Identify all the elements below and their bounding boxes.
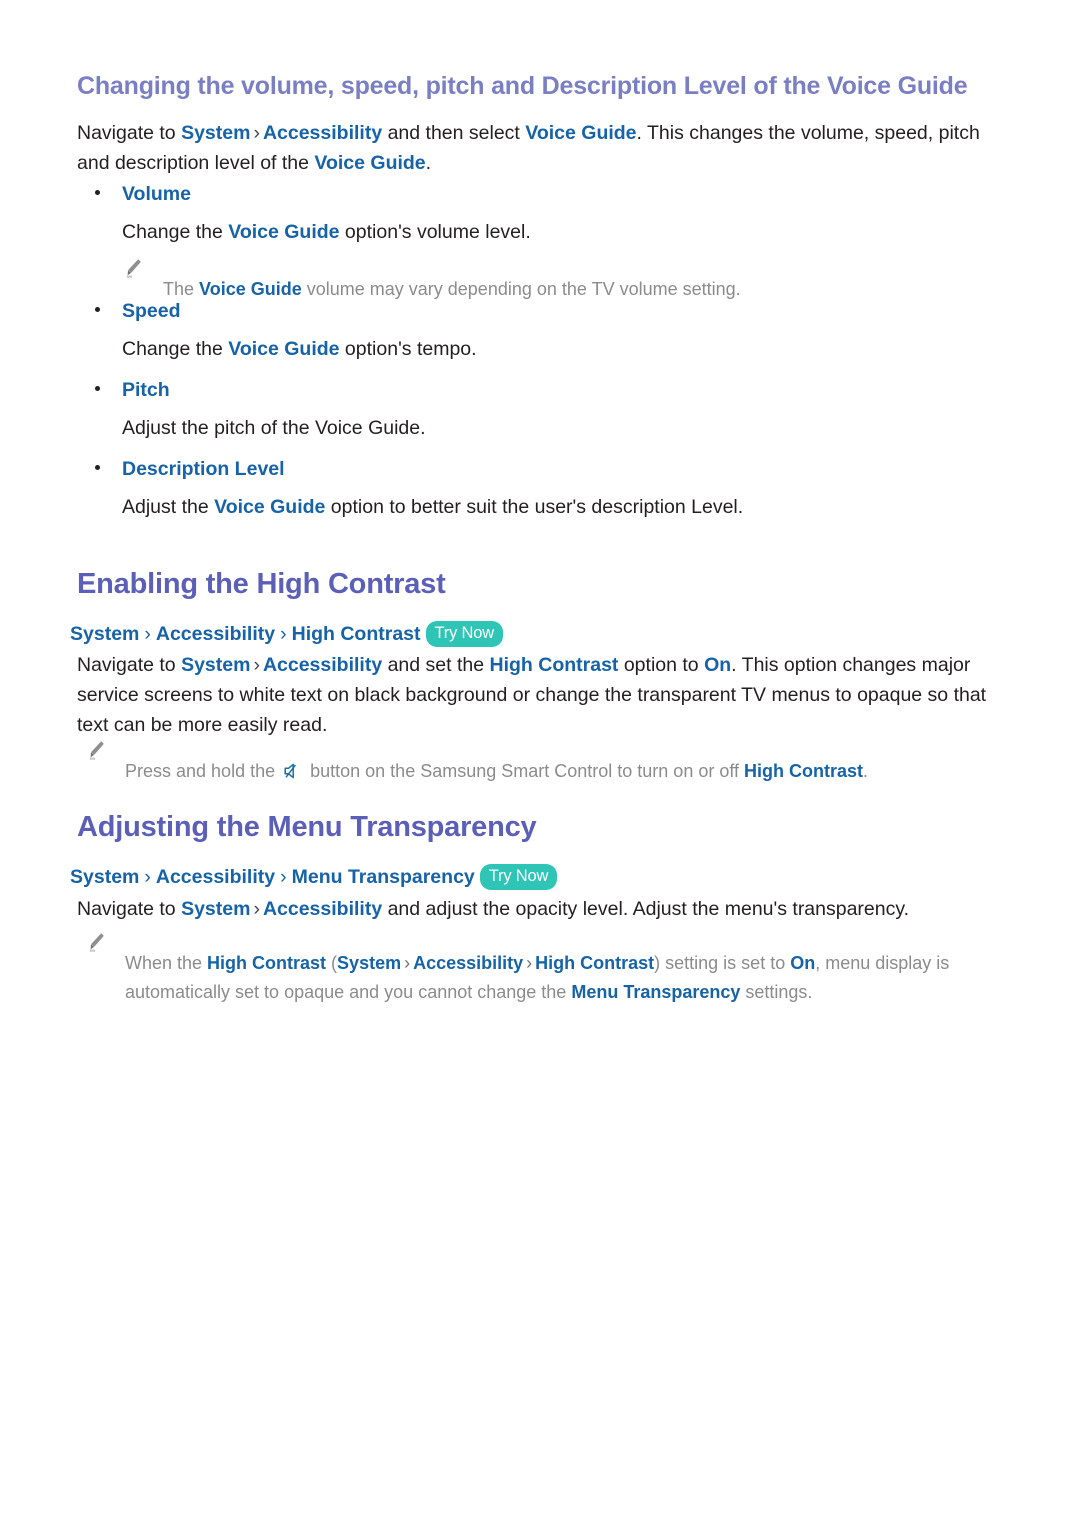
list-item-speed-description: Change the Voice Guide option's tempo. bbox=[122, 334, 1012, 364]
list-item-description-level: Description Level bbox=[95, 455, 285, 483]
link-high-contrast[interactable]: High Contrast bbox=[207, 953, 326, 973]
text-fragment: . bbox=[425, 152, 432, 174]
try-now-badge[interactable]: Try Now bbox=[425, 621, 503, 647]
breadcrumb-high-contrast: System › Accessibility › High Contrast Try No… bbox=[70, 620, 503, 648]
text-fragment: option to bbox=[618, 654, 705, 676]
text-fragment: When the bbox=[125, 953, 208, 973]
list-item-label[interactable]: Description Level bbox=[122, 458, 285, 480]
list-item-pitch-description: Adjust the pitch of the Voice Guide. bbox=[122, 413, 1012, 443]
breadcrumb-item-system[interactable]: System bbox=[70, 866, 139, 888]
link-high-contrast[interactable]: High Contrast bbox=[744, 761, 863, 781]
link-system[interactable]: System bbox=[181, 122, 250, 144]
breadcrumb-item-high-contrast[interactable]: High Contrast bbox=[292, 623, 421, 645]
link-system[interactable]: System bbox=[181, 898, 250, 920]
section3-body-paragraph: Navigate to System › Accessibility and adj… bbox=[77, 894, 1012, 924]
text-fragment: and set the bbox=[382, 654, 490, 676]
text-fragment: ( bbox=[326, 953, 338, 973]
section2-body-paragraph: Navigate to System › Accessibility and set… bbox=[77, 650, 1012, 740]
text-fragment: Adjust the pitch of the Voice Guide. bbox=[122, 417, 426, 439]
chevron-right-icon: › bbox=[280, 623, 287, 645]
list-item-description-level-description: Adjust the Voice Guide option to better … bbox=[122, 492, 1012, 522]
text-fragment: button on the Samsung Smart Control to t… bbox=[305, 761, 745, 781]
breadcrumb-item-system[interactable]: System bbox=[70, 623, 139, 645]
chevron-right-icon: › bbox=[253, 654, 260, 676]
list-item-speed: Speed bbox=[95, 297, 181, 325]
link-high-contrast[interactable]: High Contrast bbox=[535, 953, 654, 973]
list-item-label[interactable]: Volume bbox=[122, 183, 191, 205]
bullet-dot-icon bbox=[95, 190, 100, 195]
text-fragment: option's tempo. bbox=[339, 338, 477, 360]
pencil-note-icon bbox=[88, 740, 105, 761]
section-heading-voice-guide: Changing the volume, speed, pitch and De… bbox=[77, 72, 968, 100]
link-system[interactable]: System bbox=[181, 654, 250, 676]
text-fragment: Navigate to bbox=[77, 898, 182, 920]
document-page: Changing the volume, speed, pitch and De… bbox=[0, 0, 1080, 1527]
link-on[interactable]: On bbox=[790, 953, 815, 973]
pencil-note-icon bbox=[125, 258, 142, 279]
bullet-dot-icon bbox=[95, 307, 100, 312]
text-fragment: The bbox=[163, 279, 200, 299]
chevron-right-icon: › bbox=[144, 623, 151, 645]
breadcrumb-item-accessibility[interactable]: Accessibility bbox=[156, 623, 275, 645]
try-now-badge[interactable]: Try Now bbox=[479, 864, 558, 890]
chevron-right-icon: › bbox=[253, 898, 260, 920]
mute-icon bbox=[283, 760, 302, 779]
note-voice-guide-volume: The Voice Guide volume may vary dependin… bbox=[163, 275, 993, 304]
link-voice-guide[interactable]: Voice Guide bbox=[314, 152, 425, 174]
text-fragment: Adjust the bbox=[122, 496, 215, 518]
text-fragment: Navigate to bbox=[77, 654, 182, 676]
bullet-dot-icon bbox=[95, 465, 100, 470]
link-voice-guide[interactable]: Voice Guide bbox=[228, 338, 339, 360]
text-fragment: Change the bbox=[122, 221, 229, 243]
text-fragment: Change the bbox=[122, 338, 229, 360]
pencil-note-icon bbox=[88, 932, 105, 953]
section1-intro-paragraph: Navigate to System › Accessibility and the… bbox=[77, 118, 1012, 178]
list-item-pitch: Pitch bbox=[95, 376, 170, 404]
note-smart-control-mute: Press and hold the button on the Samsung… bbox=[125, 757, 1005, 786]
text-fragment: settings. bbox=[740, 982, 813, 1002]
text-fragment: volume may vary depending on the TV volu… bbox=[301, 279, 741, 299]
link-on[interactable]: On bbox=[704, 654, 731, 676]
breadcrumb-item-menu-transparency[interactable]: Menu Transparency bbox=[292, 866, 475, 888]
text-fragment: . bbox=[863, 761, 869, 781]
link-menu-transparency[interactable]: Menu Transparency bbox=[571, 982, 740, 1002]
breadcrumb-item-accessibility[interactable]: Accessibility bbox=[156, 866, 275, 888]
text-fragment: option to better suit the user's descrip… bbox=[325, 496, 744, 518]
chevron-right-icon: › bbox=[280, 866, 287, 888]
text-fragment: ) setting is set to bbox=[654, 953, 791, 973]
link-accessibility[interactable]: Accessibility bbox=[263, 654, 382, 676]
list-item-label[interactable]: Pitch bbox=[122, 379, 170, 401]
note-menu-transparency-high-contrast: When the High Contrast (System › Accessibi… bbox=[125, 949, 995, 1007]
chevron-right-icon: › bbox=[526, 953, 533, 973]
breadcrumb-separator-icon: › bbox=[253, 122, 260, 144]
text-fragment: Navigate to bbox=[77, 122, 182, 144]
list-item-label[interactable]: Speed bbox=[122, 300, 181, 322]
text-fragment: option's volume level. bbox=[339, 221, 531, 243]
breadcrumb-menu-transparency: System › Accessibility › Menu Transparency Tr… bbox=[70, 863, 558, 891]
link-voice-guide[interactable]: Voice Guide bbox=[525, 122, 636, 144]
link-system[interactable]: System bbox=[337, 953, 401, 973]
list-item-volume: Volume bbox=[95, 180, 191, 208]
link-voice-guide[interactable]: Voice Guide bbox=[214, 496, 325, 518]
text-fragment: and then select bbox=[382, 122, 526, 144]
link-accessibility[interactable]: Accessibility bbox=[263, 122, 382, 144]
link-accessibility[interactable]: Accessibility bbox=[413, 953, 523, 973]
link-voice-guide[interactable]: Voice Guide bbox=[199, 279, 302, 299]
text-fragment: and adjust the opacity level. Adjust the… bbox=[382, 898, 910, 920]
section-heading-menu-transparency: Adjusting the Menu Transparency bbox=[77, 811, 537, 843]
link-voice-guide[interactable]: Voice Guide bbox=[228, 221, 339, 243]
section-heading-high-contrast: Enabling the High Contrast bbox=[77, 568, 446, 600]
bullet-dot-icon bbox=[95, 386, 100, 391]
text-fragment: Press and hold the bbox=[125, 761, 281, 781]
link-accessibility[interactable]: Accessibility bbox=[263, 898, 382, 920]
link-high-contrast[interactable]: High Contrast bbox=[490, 654, 619, 676]
chevron-right-icon: › bbox=[144, 866, 151, 888]
list-item-volume-description: Change the Voice Guide option's volume l… bbox=[122, 217, 1012, 247]
chevron-right-icon: › bbox=[404, 953, 411, 973]
